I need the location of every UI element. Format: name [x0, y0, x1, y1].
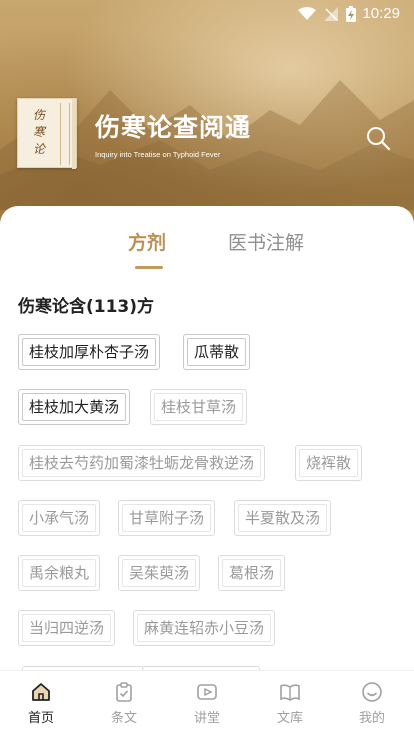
prescription-chip[interactable]: 麻黄连轺赤小豆汤 — [133, 610, 276, 646]
prescription-chip[interactable]: 桂枝加大黄汤 — [18, 389, 131, 425]
logo-char: 伤 — [32, 108, 45, 122]
tab-prescriptions[interactable]: 方剂 — [128, 228, 166, 255]
nav-articles[interactable]: 条文 — [94, 681, 154, 726]
prescription-list: 桂枝加厚朴杏子汤 瓜蒂散 桂枝加大黄汤 桂枝甘草汤 桂枝去芍药加蜀漆牡蛎龙骨救逆… — [0, 330, 414, 675]
clipboard-check-icon — [116, 682, 132, 702]
nav-label: 我的 — [358, 711, 385, 726]
logo-char: 论 — [32, 142, 45, 156]
nav-label: 文库 — [276, 711, 303, 726]
prescription-chip[interactable]: 葛根汤 — [218, 555, 286, 591]
smile-icon — [362, 682, 382, 702]
nav-library[interactable]: 文库 — [260, 681, 320, 726]
play-icon — [197, 684, 217, 700]
prescription-chip[interactable]: 瓜蒂散 — [183, 334, 251, 370]
active-tab-indicator — [135, 266, 163, 269]
wifi-icon — [298, 7, 316, 20]
prescription-chip[interactable]: 当归四逆汤 — [18, 610, 116, 646]
app-logo: 伤 寒 论 — [17, 98, 77, 169]
prescription-chip[interactable]: 小承气汤 — [18, 500, 101, 536]
prescription-chip[interactable]: 桂枝去芍药加蜀漆牡蛎龙骨救逆汤 — [18, 445, 266, 481]
nav-lectures[interactable]: 讲堂 — [177, 681, 237, 726]
battery-charging-icon — [346, 6, 356, 22]
home-icon — [32, 683, 50, 701]
prescription-chip[interactable]: 禹余粮丸 — [18, 555, 101, 591]
prescription-chip[interactable]: 桂枝甘草汤 — [150, 389, 248, 425]
tab-annotations[interactable]: 医书注解 — [228, 228, 304, 255]
app-subtitle: Inquiry into Treatise on Typhoid Fever — [95, 150, 221, 159]
nav-label: 首页 — [27, 711, 54, 726]
status-bar: 10:29 — [0, 0, 414, 30]
content-sheet: 方剂 医书注解 伤寒论含(113)方 桂枝加厚朴杏子汤 瓜蒂散 桂枝加大黄汤 桂… — [0, 206, 414, 736]
search-icon — [367, 127, 391, 151]
nav-label: 讲堂 — [193, 711, 220, 726]
prescription-chip[interactable]: 甘草附子汤 — [118, 500, 216, 536]
bottom-navigation: 首页 条文 讲堂 文库 我的 — [0, 670, 414, 736]
section-title: 伤寒论含(113)方 — [18, 297, 155, 317]
prescription-chip[interactable]: 吴茱萸汤 — [118, 555, 201, 591]
search-button[interactable] — [364, 124, 392, 152]
book-icon — [280, 684, 300, 701]
status-time: 10:29 — [362, 5, 400, 22]
no-signal-icon — [324, 7, 338, 21]
prescription-chip[interactable]: 桂枝加厚朴杏子汤 — [18, 334, 161, 370]
app-title: 伤寒论查阅通 — [95, 113, 252, 142]
logo-char: 寒 — [32, 125, 45, 139]
nav-home[interactable]: 首页 — [11, 681, 71, 726]
nav-label: 条文 — [110, 711, 137, 726]
prescription-chip[interactable]: 半夏散及汤 — [234, 500, 332, 536]
tab-bar: 方剂 医书注解 — [0, 228, 414, 272]
prescription-chip[interactable]: 烧裈散 — [295, 445, 363, 481]
nav-profile[interactable]: 我的 — [342, 681, 402, 726]
